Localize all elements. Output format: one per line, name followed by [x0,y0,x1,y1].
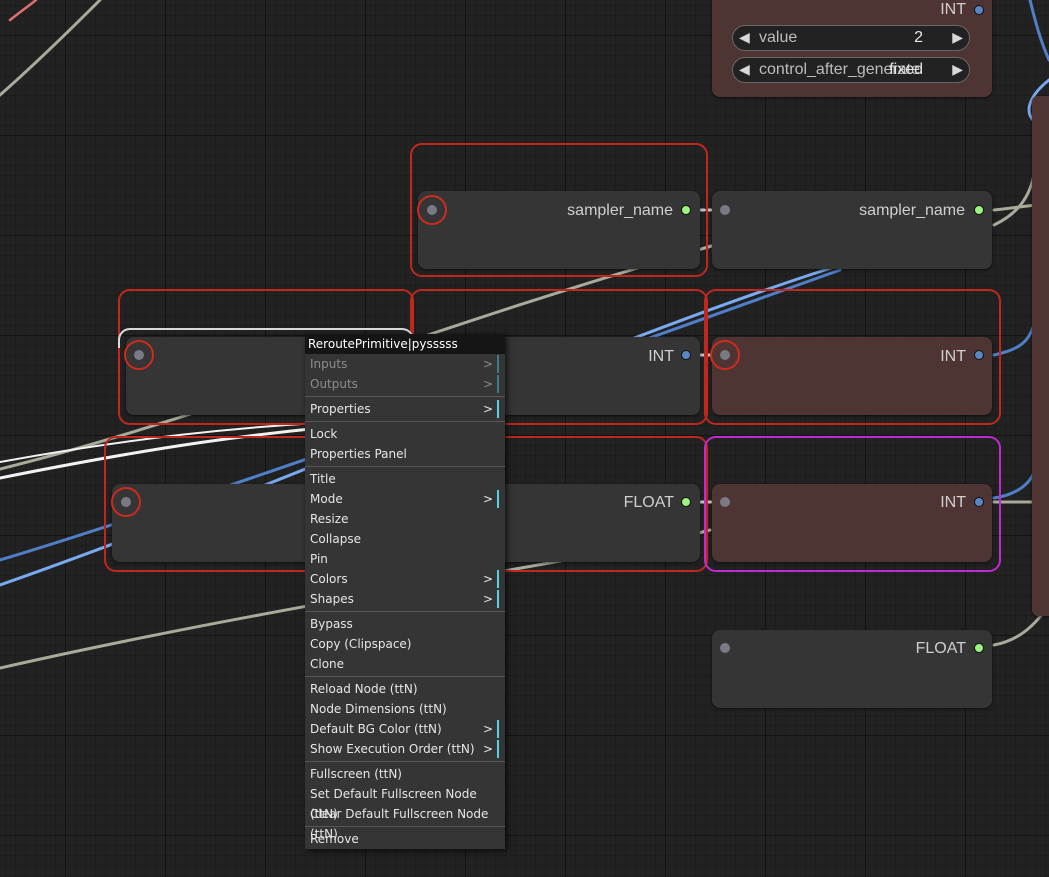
output-label: INT [940,348,966,365]
input-slot[interactable] [720,497,730,507]
menu-item-label: Shapes [310,592,354,606]
menu-item-label: Fullscreen (ttN) [310,767,402,781]
menu-item-clear-default-fullscreen-node-ttn[interactable]: Clear Default Fullscreen Node (ttN) [305,804,505,841]
menu-item-resize[interactable]: Resize [305,509,505,529]
menu-separator [305,761,505,762]
submenu-arrow-icon: > [483,570,499,588]
menu-item-mode[interactable]: Mode > [305,489,505,509]
output-label: sampler_name [567,202,673,219]
menu-item-set-default-fullscreen-node-ttn[interactable]: Set Default Fullscreen Node (ttN) [305,784,505,821]
increment-arrow-icon[interactable]: ▶ [952,61,963,78]
control-after-generate-widget[interactable]: ◀ control_after_generate fixed ▶ [732,57,970,83]
menu-item-properties[interactable]: Properties > [305,399,505,419]
menu-item-label: Inputs [310,357,348,371]
menu-item-label: Clone [310,657,345,671]
submenu-arrow-icon: > [483,490,499,508]
menu-item-fullscreen-ttn[interactable]: Fullscreen (ttN) [305,764,505,784]
menu-item-default-bg-color-ttn[interactable]: Default BG Color (ttN) > [305,719,505,739]
link-wire [0,0,102,97]
value-widget-value: 2 [914,29,923,46]
menu-item-label: Colors [310,572,348,586]
submenu-arrow-icon: > [483,720,499,738]
menu-item-label: Copy (Clipspace) [310,637,412,651]
menu-item-label: Mode [310,492,343,506]
highlight-ring [111,487,141,517]
link-wire [1028,0,1049,62]
output-label: INT [940,494,966,511]
menu-separator [305,611,505,612]
menu-item-clone[interactable]: Clone [305,654,505,674]
input-slot[interactable] [720,643,730,653]
menu-item-copy-clipspace[interactable]: Copy (Clipspace) [305,634,505,654]
output-label: INT [648,348,674,365]
value-widget[interactable]: ◀ value 2 ▶ [732,25,970,51]
submenu-arrow-icon: > [483,400,499,418]
menu-item-colors[interactable]: Colors > [305,569,505,589]
input-slot[interactable] [720,205,730,215]
menu-item-label: Properties [310,402,371,416]
menu-item-label: Show Execution Order (ttN) [310,742,475,756]
menu-item-label: Title [310,472,336,486]
output-slot[interactable] [974,643,984,653]
submenu-arrow-icon: > [483,740,499,758]
menu-item-bypass[interactable]: Bypass [305,614,505,634]
submenu-arrow-icon: > [483,590,499,608]
menu-item-collapse[interactable]: Collapse [305,529,505,549]
decrement-arrow-icon[interactable]: ◀ [739,29,750,46]
output-slot[interactable] [681,205,691,215]
menu-item-label: Outputs [310,377,358,391]
menu-item-lock[interactable]: Lock [305,424,505,444]
submenu-arrow-icon: > [483,355,499,373]
offscreen-node-edge[interactable] [1032,96,1049,616]
int-primitive-output-slot[interactable] [974,5,984,15]
control-widget-value: fixed [889,61,923,78]
menu-item-show-execution-order-ttn[interactable]: Show Execution Order (ttN) > [305,739,505,759]
highlight-ring [710,340,740,370]
output-slot[interactable] [974,205,984,215]
menu-separator [305,466,505,467]
menu-separator [305,421,505,422]
context-menu-items: Inputs > Outputs > Properties > Lock Properties… [305,354,505,849]
value-widget-name: value [759,29,798,46]
submenu-arrow-icon: > [483,375,499,393]
output-label: FLOAT [915,640,966,657]
context-menu: ReroutePrimitive|pysssss Inputs > Outputs >… [305,334,505,849]
menu-item-label: Collapse [310,532,361,546]
menu-item-label: Node Dimensions (ttN) [310,702,447,716]
decrement-arrow-icon[interactable]: ◀ [739,61,750,78]
menu-item-remove[interactable]: Remove [305,829,505,849]
menu-item-label: Bypass [310,617,353,631]
menu-item-shapes[interactable]: Shapes > [305,589,505,609]
highlight-ring [124,340,154,370]
link-wire [992,168,1037,227]
int-primitive-output-label: INT [940,1,966,18]
menu-item-properties-panel[interactable]: Properties Panel [305,444,505,464]
menu-item-label: Default BG Color (ttN) [310,722,442,736]
increment-arrow-icon[interactable]: ▶ [952,29,963,46]
menu-item-inputs: Inputs > [305,354,505,374]
menu-item-label: Remove [310,832,359,846]
output-label: FLOAT [623,494,674,511]
menu-item-title[interactable]: Title [305,469,505,489]
menu-item-label: Reload Node (ttN) [310,682,418,696]
link-wire [8,0,38,22]
output-slot[interactable] [974,497,984,507]
output-slot[interactable] [681,350,691,360]
output-slot[interactable] [974,350,984,360]
highlight-ring [417,195,447,225]
context-menu-title: ReroutePrimitive|pysssss [305,334,505,354]
output-label: sampler_name [859,202,965,219]
menu-item-label: Resize [310,512,349,526]
output-slot[interactable] [681,497,691,507]
menu-item-label: Pin [310,552,328,566]
menu-item-node-dimensions-ttn[interactable]: Node Dimensions (ttN) [305,699,505,719]
menu-item-pin[interactable]: Pin [305,549,505,569]
menu-separator [305,676,505,677]
menu-separator [305,396,505,397]
menu-item-reload-node-ttn[interactable]: Reload Node (ttN) [305,679,505,699]
menu-item-label: Lock [310,427,338,441]
menu-item-label: Properties Panel [310,447,407,461]
menu-item-outputs: Outputs > [305,374,505,394]
